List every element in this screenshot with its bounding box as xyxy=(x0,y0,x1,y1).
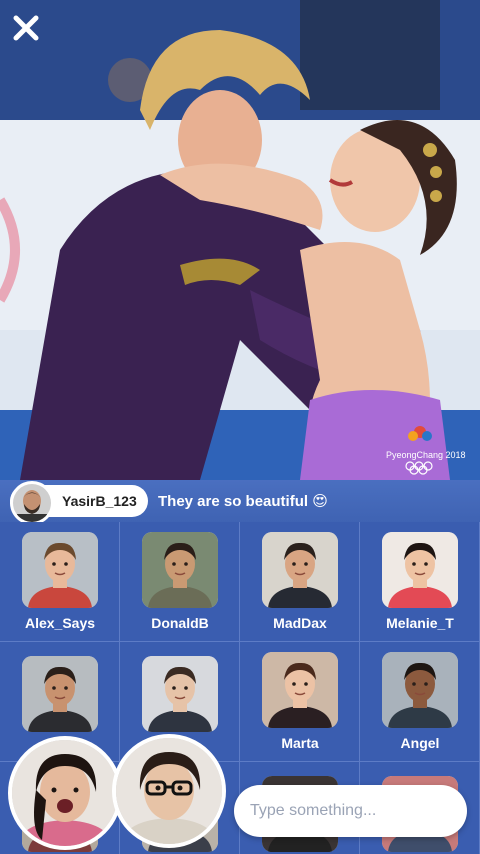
self-cam-face-image xyxy=(12,740,118,846)
comment-message: They are so beautiful 😍 xyxy=(158,493,328,510)
participant-face-image xyxy=(142,532,218,608)
participant-name[interactable]: MadDax xyxy=(240,615,360,631)
participant-face-image xyxy=(382,532,458,608)
participant-cell[interactable]: Melanie_T xyxy=(360,522,480,642)
close-icon xyxy=(13,15,39,41)
self-cam-girl[interactable] xyxy=(8,736,122,850)
participant-video-thumbnail[interactable] xyxy=(142,532,218,608)
user-avatar-image xyxy=(13,484,51,522)
participant-name[interactable]: DonaldB xyxy=(120,615,240,631)
comment-user-pill[interactable]: YasirB_123 xyxy=(10,481,148,525)
self-cam-guy[interactable] xyxy=(112,734,226,848)
message-input[interactable] xyxy=(234,785,467,837)
close-button[interactable] xyxy=(12,14,46,48)
participant-cell[interactable]: Angel xyxy=(360,642,480,762)
comment-username[interactable]: YasirB_123 xyxy=(62,493,137,509)
participant-cell[interactable]: DonaldB xyxy=(120,522,240,642)
participant-video-thumbnail[interactable] xyxy=(382,652,458,728)
avatar[interactable] xyxy=(10,481,54,525)
participant-name[interactable]: Alex_Says xyxy=(0,615,120,631)
participant-video-thumbnail[interactable] xyxy=(382,532,458,608)
participant-video-thumbnail[interactable] xyxy=(142,656,218,732)
self-cam-face-image xyxy=(116,738,222,844)
skaters-video-frame: PyeongChang 2018 xyxy=(0,0,480,480)
participant-face-image xyxy=(262,532,338,608)
participant-video-thumbnail[interactable] xyxy=(262,652,338,728)
live-video[interactable]: PyeongChang 2018 xyxy=(0,0,480,480)
participant-video-thumbnail[interactable] xyxy=(22,532,98,608)
participant-name[interactable]: Marta xyxy=(240,735,360,751)
participant-name[interactable]: Melanie_T xyxy=(360,615,480,631)
pyeongchang-logo-text: PyeongChang 2018 xyxy=(386,450,466,460)
participant-cell[interactable]: Marta xyxy=(240,642,360,762)
participant-face-image xyxy=(142,656,218,732)
participant-face-image xyxy=(262,652,338,728)
participant-face-image xyxy=(382,652,458,728)
participant-face-image xyxy=(22,532,98,608)
participant-name[interactable]: Angel xyxy=(360,735,480,751)
participant-video-thumbnail[interactable] xyxy=(22,656,98,732)
participant-cell[interactable]: Alex_Says xyxy=(0,522,120,642)
comment-bar: YasirB_123 They are so beautiful 😍 xyxy=(0,480,480,525)
participant-face-image xyxy=(22,656,98,732)
participant-cell[interactable]: MadDax xyxy=(240,522,360,642)
participant-video-thumbnail[interactable] xyxy=(262,532,338,608)
